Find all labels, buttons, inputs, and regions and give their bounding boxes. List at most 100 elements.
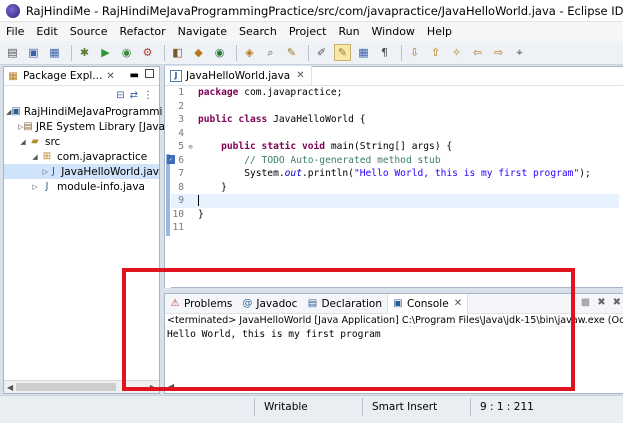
new-icon[interactable]: ▤ <box>4 44 21 61</box>
scroll-right-icon[interactable]: ▶ <box>150 383 156 392</box>
code-text: // TODO Auto-generated method stub <box>244 154 441 166</box>
code-line[interactable]: 8 } <box>171 181 619 195</box>
view-menu-icon[interactable]: ⋮ <box>143 90 153 101</box>
editor-tab-java-file[interactable]: J JavaHelloWorld.java ✕ <box>165 66 312 85</box>
tree-item-project[interactable]: ◢ ▣ RajHindiMeJavaProgrammi <box>4 104 162 119</box>
pen-icon[interactable]: ✎ <box>283 44 300 61</box>
toolbar-separator <box>164 44 165 61</box>
line-number: 9 <box>178 195 184 207</box>
collapse-toggle-icon[interactable]: ▷ <box>42 168 49 176</box>
code-line[interactable]: 1 package com.javapractice; <box>171 86 619 100</box>
menu-window[interactable]: Window <box>366 25 421 38</box>
link-with-editor-icon[interactable]: ⇄ <box>130 90 138 101</box>
tree-item-package[interactable]: ◢ ⊞ com.javapractice <box>4 149 159 164</box>
scroll-left-icon[interactable]: ◀ <box>165 382 174 391</box>
eclipse-logo-icon <box>6 3 20 18</box>
code-line[interactable]: 6 // TODO Auto-generated method stub ✓ <box>167 154 619 168</box>
expand-toggle-icon[interactable]: ◢ <box>18 138 28 146</box>
open-type-icon[interactable]: ◈ <box>241 44 258 61</box>
code-line[interactable]: 2 <box>171 100 619 114</box>
debug-icon[interactable]: ✱ <box>76 44 93 61</box>
tab-console[interactable]: ▣ Console ✕ <box>387 293 469 314</box>
previous-annotation-icon[interactable]: ⇧ <box>427 44 444 61</box>
status-insert-mode[interactable]: Smart Insert <box>372 399 437 415</box>
menu-project[interactable]: Project <box>283 25 333 38</box>
remove-all-icon[interactable]: ✖ <box>613 297 621 308</box>
last-edit-icon[interactable]: ✧ <box>448 44 465 61</box>
menu-source[interactable]: Source <box>64 25 114 38</box>
java-file-icon: J <box>170 69 182 82</box>
code-line[interactable]: 4 <box>171 127 619 141</box>
tree-item-jre-library[interactable]: ▷ ▤ JRE System Library [JavaSE <box>4 119 178 134</box>
external-tools-icon[interactable]: ⚙ <box>139 44 156 61</box>
code-area[interactable]: 1 package com.javapractice; 2 3 public class… <box>167 86 619 235</box>
tree-item-src[interactable]: ◢ ▰ src <box>4 134 159 149</box>
run-icon[interactable]: ▶ <box>97 44 114 61</box>
menu-edit[interactable]: Edit <box>30 25 63 38</box>
menu-help[interactable]: Help <box>421 25 458 38</box>
remove-launch-icon[interactable]: ✖ <box>597 297 605 308</box>
package-explorer-tab[interactable]: ▦ Package Expl... ✕ ▬ <box>4 67 159 86</box>
declaration-icon: ▤ <box>307 298 318 309</box>
collapse-toggle-icon[interactable]: ▷ <box>30 183 40 191</box>
back-icon[interactable]: ⇦ <box>469 44 486 61</box>
tab-declaration[interactable]: ▤ Declaration <box>302 294 387 314</box>
package-icon: ⊞ <box>42 151 52 162</box>
main-toolbar: ▤ ▣ ▦ ✱ ▶ ◉ ⚙ ◧ ◆ ◉ ◈ ⌕ ✎ ✐ ✎ ▦ ¶ ⇩ ⇧ ✧ … <box>0 41 623 65</box>
code-line[interactable]: 11 <box>171 221 619 235</box>
tree-item-label: module-info.java <box>57 180 145 193</box>
tab-problems[interactable]: ⚠ Problems <box>165 294 237 314</box>
code-line[interactable]: 10} <box>171 208 619 222</box>
close-icon[interactable]: ✕ <box>454 298 462 309</box>
tree-item-java-file[interactable]: ▷ J JavaHelloWorld.jav <box>4 164 159 179</box>
menu-refactor[interactable]: Refactor <box>114 25 172 38</box>
code-editor: J JavaHelloWorld.java ✕ 1 package com.jav… <box>164 66 623 288</box>
expand-toggle-icon[interactable]: ◢ <box>30 153 40 161</box>
mark-occurrences-icon[interactable]: ✎ <box>334 44 351 61</box>
search-icon[interactable]: ⌕ <box>262 44 279 61</box>
maximize-icon[interactable] <box>145 69 154 78</box>
scroll-left-icon[interactable]: ◀ <box>7 383 13 392</box>
new-package-icon[interactable]: ◆ <box>190 44 207 61</box>
console-output[interactable]: Hello World, this is my first program <box>165 327 623 340</box>
tree-item-module-info[interactable]: ▷ J module-info.java <box>4 179 159 194</box>
close-icon[interactable]: ✕ <box>106 71 114 82</box>
next-annotation-icon[interactable]: ⇩ <box>406 44 423 61</box>
code-text: public class JavaHelloWorld { <box>198 114 366 126</box>
code-line[interactable]: 9 <box>171 194 619 208</box>
fold-toggle-icon[interactable]: ⊖ <box>186 143 195 151</box>
save-icon[interactable]: ▣ <box>25 44 42 61</box>
task-marker-icon[interactable]: ✓ <box>167 154 175 164</box>
library-icon: ▤ <box>23 121 33 132</box>
code-line[interactable]: 7 System.out.println("Hello World, this … <box>171 167 619 181</box>
minimize-icon[interactable]: ▬ <box>130 70 139 81</box>
pin-icon[interactable]: ⌖ <box>511 44 528 61</box>
terminate-icon[interactable]: ■ <box>581 297 590 308</box>
new-class-icon[interactable]: ◉ <box>211 44 228 61</box>
new-java-project-icon[interactable]: ◧ <box>169 44 186 61</box>
code-line[interactable]: 3 public class JavaHelloWorld { <box>171 113 619 127</box>
menu-search[interactable]: Search <box>233 25 283 38</box>
collapse-all-icon[interactable]: ⊟ <box>116 90 124 101</box>
window-title: RajHindiMe - RajHindiMeJavaProgrammingPr… <box>25 3 623 18</box>
console-tabs: ⚠ Problems @ Javadoc ▤ Declaration ▣ Con… <box>165 293 623 314</box>
tree-item-label: src <box>45 135 61 148</box>
line-number: 3 <box>178 114 184 126</box>
annotation-icon[interactable]: ✐ <box>313 44 330 61</box>
menu-run[interactable]: Run <box>332 25 365 38</box>
close-icon[interactable]: ✕ <box>296 70 304 81</box>
line-number: 10 <box>172 208 184 220</box>
menu-navigate[interactable]: Navigate <box>172 25 233 38</box>
horizontal-scrollbar[interactable]: ◀ ▶ <box>4 380 159 393</box>
code-line[interactable]: 5 ⊖ public static void main(String[] args… <box>171 140 619 154</box>
scrollbar-thumb[interactable] <box>16 383 116 391</box>
forward-icon[interactable]: ⇨ <box>490 44 507 61</box>
code-text: package com.javapractice; <box>198 87 343 99</box>
tab-javadoc[interactable]: @ Javadoc <box>237 294 302 314</box>
coverage-icon[interactable]: ◉ <box>118 44 135 61</box>
menu-file[interactable]: File <box>0 25 30 38</box>
whitespace-icon[interactable]: ¶ <box>376 44 393 61</box>
block-selection-icon[interactable]: ▦ <box>355 44 372 61</box>
toolbar-separator <box>71 44 72 61</box>
save-all-icon[interactable]: ▦ <box>46 44 63 61</box>
